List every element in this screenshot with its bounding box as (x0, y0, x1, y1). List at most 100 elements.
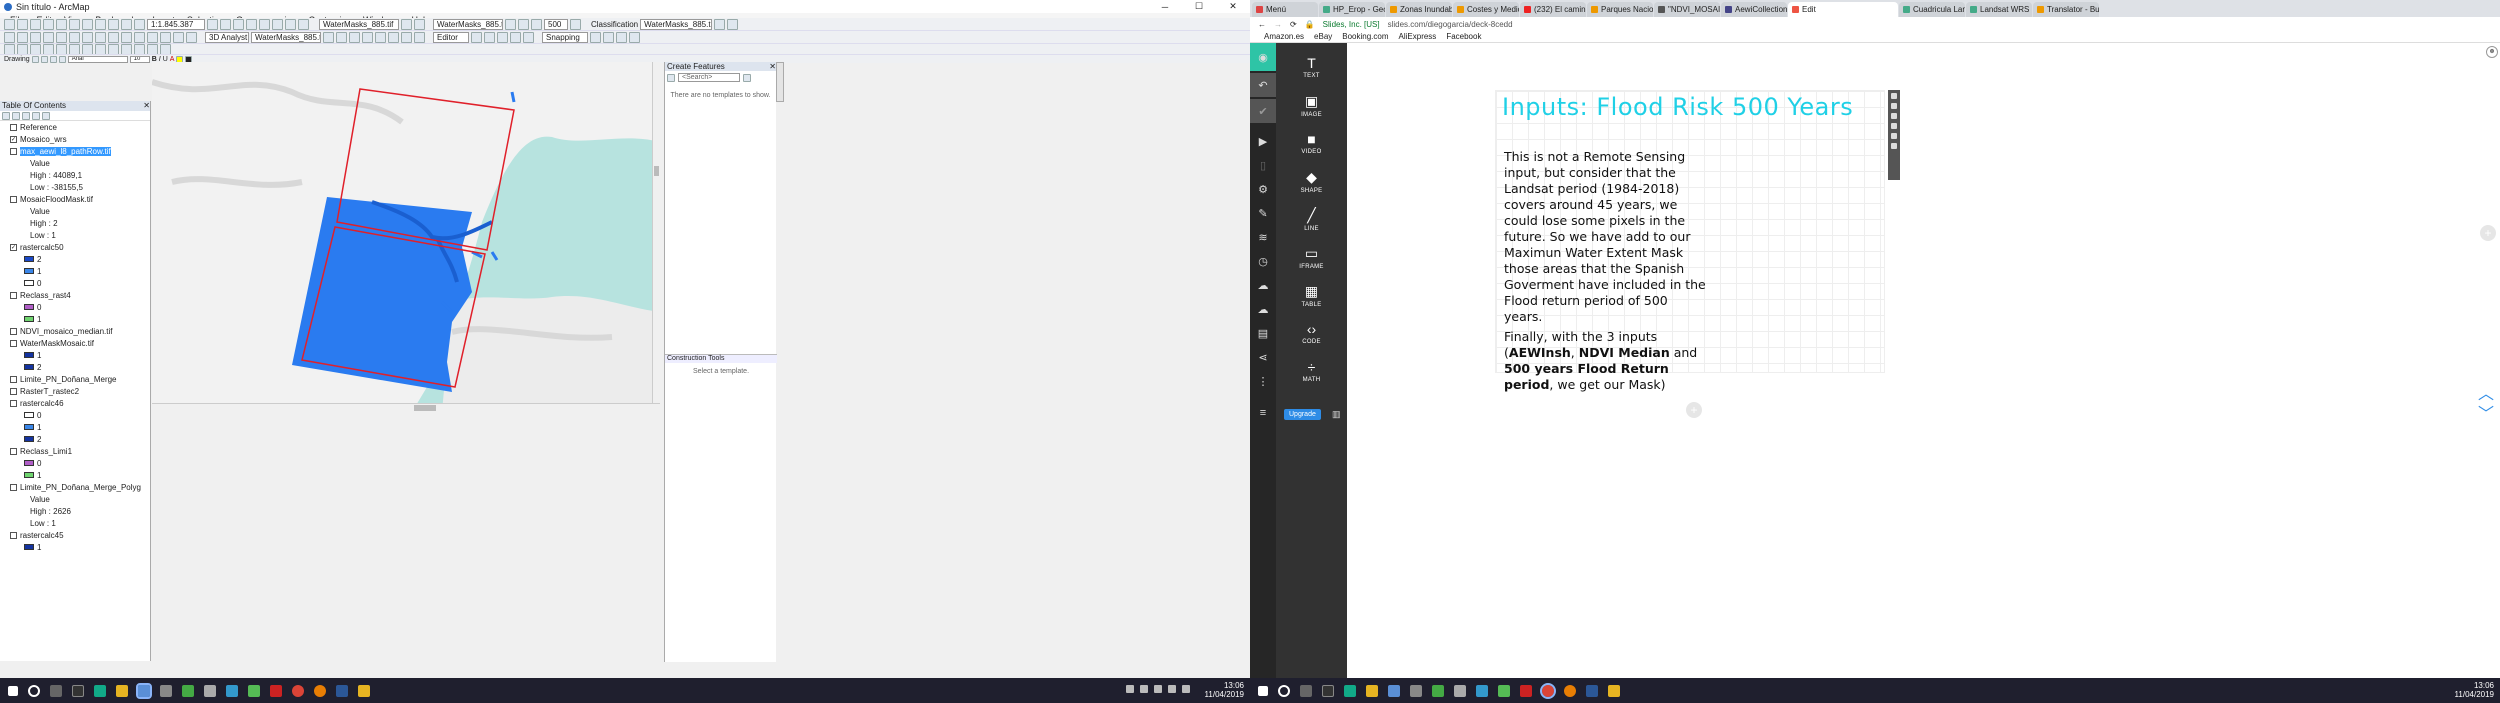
grid-toggle-icon[interactable]: ▥ (1332, 409, 1341, 420)
hyperlink-icon[interactable] (186, 31, 197, 43)
qgis-icon[interactable] (1344, 684, 1356, 697)
reload-icon[interactable]: ⟳ (1290, 20, 1297, 29)
language-icon[interactable] (1182, 685, 1190, 693)
layer-visibility-checkbox[interactable] (10, 375, 17, 383)
snap-icon[interactable] (226, 684, 238, 697)
slide-settings-icon[interactable] (1891, 93, 1897, 99)
zoom-in-icon[interactable] (4, 31, 15, 43)
acrobat-icon[interactable] (1520, 684, 1532, 697)
cut-polygons-icon[interactable] (510, 31, 521, 43)
outlook-icon[interactable] (336, 684, 348, 697)
list-by-source-icon[interactable] (12, 111, 20, 120)
classification-layer-select[interactable]: WaterMasks_885.tif (640, 18, 713, 30)
chrome-icon[interactable] (1540, 682, 1556, 699)
toc-layer[interactable]: NDVI_mosaico_median.tif (10, 325, 150, 337)
nav-down-icon[interactable]: ﹀ (2478, 400, 2494, 424)
toc-layer[interactable]: MosaicFloodMask.tif (10, 193, 150, 205)
end-snapping-icon[interactable] (603, 31, 614, 43)
classification-label[interactable]: Classification (591, 20, 638, 29)
layer-visibility-checkbox[interactable]: ✓ (10, 243, 17, 251)
line-of-sight-icon[interactable] (349, 31, 360, 43)
select-features-icon[interactable] (108, 31, 119, 43)
toc-layer[interactable]: Reference (10, 121, 150, 133)
share-icon[interactable]: ⋖ (1250, 345, 1276, 369)
slide-notes-icon[interactable] (1891, 103, 1897, 109)
find-icon[interactable] (160, 31, 171, 43)
browser-tab[interactable]: Cuadricula Lands (1899, 2, 1965, 17)
help-icon[interactable] (298, 18, 309, 30)
profile-graph-icon[interactable] (388, 31, 399, 43)
transparency-icon[interactable] (531, 18, 542, 30)
zoom-out-icon[interactable] (17, 31, 28, 43)
bookmark-bookingcom[interactable]: Booking.com (1342, 32, 1388, 41)
browser-tab[interactable]: (232) El camino c (1520, 2, 1586, 17)
layer-select-2[interactable]: WaterMasks_885.tif (433, 18, 503, 30)
layer-visibility-checkbox[interactable] (10, 447, 17, 455)
new-icon[interactable] (4, 18, 15, 30)
task-view-icon[interactable] (50, 684, 62, 697)
add-slide-down-icon[interactable]: + (1686, 402, 1702, 418)
full-extent-icon[interactable] (43, 31, 54, 43)
interpolate-line-icon[interactable] (375, 31, 386, 43)
zoom-value-field[interactable]: 500 (544, 18, 568, 30)
layer-name[interactable]: Mosaico_wrs (20, 135, 67, 144)
task-view-icon[interactable] (1300, 684, 1312, 697)
layer-name[interactable]: NDVI_mosaico_median.tif (20, 327, 112, 336)
print-icon[interactable] (43, 18, 54, 30)
volume-icon[interactable] (1168, 685, 1176, 693)
align-icon[interactable] (82, 44, 93, 54)
preview-eye-icon[interactable]: ◉ (1250, 43, 1276, 71)
forward-icon[interactable]: → (1274, 20, 1282, 29)
toc-layer[interactable]: max_aewi_l8_pathRow.tif (10, 145, 150, 157)
toc-layer[interactable]: Reclass_Limi1 (10, 445, 150, 457)
paste-icon[interactable] (82, 18, 93, 30)
modelbuilder-icon[interactable] (285, 18, 296, 30)
layer-name[interactable]: rastercalc50 (20, 243, 64, 252)
url-field[interactable]: slides.com/diegogarcia/deck-8cedd (1388, 20, 1513, 29)
browser-tab[interactable]: AewiCollection (1721, 2, 1787, 17)
redo-icon[interactable] (121, 18, 132, 30)
notepad-icon[interactable] (248, 684, 260, 697)
toc-close-icon[interactable]: ✕ (143, 101, 150, 111)
flicker-icon[interactable] (518, 18, 529, 30)
taskbar-clock[interactable]: 13:06 11/04/2019 (2455, 681, 2494, 699)
slide-edit-icon[interactable] (1891, 123, 1897, 129)
firefox-icon[interactable] (314, 684, 326, 697)
draw-sample-icon[interactable] (714, 18, 726, 30)
browser-tab[interactable]: Parques Naciona (1587, 2, 1653, 17)
envi-icon[interactable] (204, 684, 216, 697)
vertex-snapping-icon[interactable] (616, 31, 627, 43)
toc-layer[interactable]: rastercalc46 (10, 397, 150, 409)
identify-icon[interactable] (147, 31, 158, 43)
layer-select-1[interactable]: WaterMasks_885.tif (319, 18, 399, 30)
toc-layer[interactable]: Reclass_rast4 (10, 289, 150, 301)
terminal-icon[interactable] (72, 684, 84, 697)
catalog-window-icon[interactable] (233, 18, 244, 30)
slide-title[interactable]: Inputs: Flood Risk 500 Years (1502, 93, 1853, 121)
create-features-close-icon[interactable]: ✕ (769, 62, 776, 71)
link-table-icon[interactable] (121, 44, 132, 54)
layer-visibility-checkbox[interactable] (10, 195, 17, 203)
drawing-menu[interactable]: Drawing (4, 56, 30, 63)
toc-layer[interactable]: RasterT_rastec2 (10, 385, 150, 397)
layout-pan-icon[interactable] (30, 44, 41, 54)
add-control-icon[interactable] (160, 44, 171, 54)
up-arrow-icon[interactable] (1140, 685, 1148, 693)
pan-icon[interactable] (30, 31, 41, 43)
presenter-icon[interactable]: ☻ (2486, 46, 2498, 58)
more-menu-icon[interactable]: ⋮ (1250, 369, 1276, 393)
clear-selection-icon[interactable] (121, 31, 132, 43)
outlook-icon[interactable] (1586, 684, 1598, 697)
map-canvas[interactable] (152, 62, 660, 412)
arccatalog-icon[interactable] (160, 684, 172, 697)
toc-layer[interactable]: Limite_PN_Doñana_Merge (10, 373, 150, 385)
envi-icon[interactable] (1454, 684, 1466, 697)
editor-toolbar-icon[interactable] (207, 18, 218, 30)
select-elements-arrow-icon[interactable] (31, 55, 39, 63)
georeferencing-icon[interactable] (401, 31, 412, 43)
swipe-icon[interactable] (505, 18, 516, 30)
scale-select[interactable]: 1:1.845.387 (147, 18, 205, 30)
layer-visibility-checkbox[interactable] (10, 399, 17, 407)
map-h-scroll-thumb[interactable] (414, 405, 436, 411)
tool-image[interactable]: ▣ IMAGE (1276, 86, 1347, 124)
